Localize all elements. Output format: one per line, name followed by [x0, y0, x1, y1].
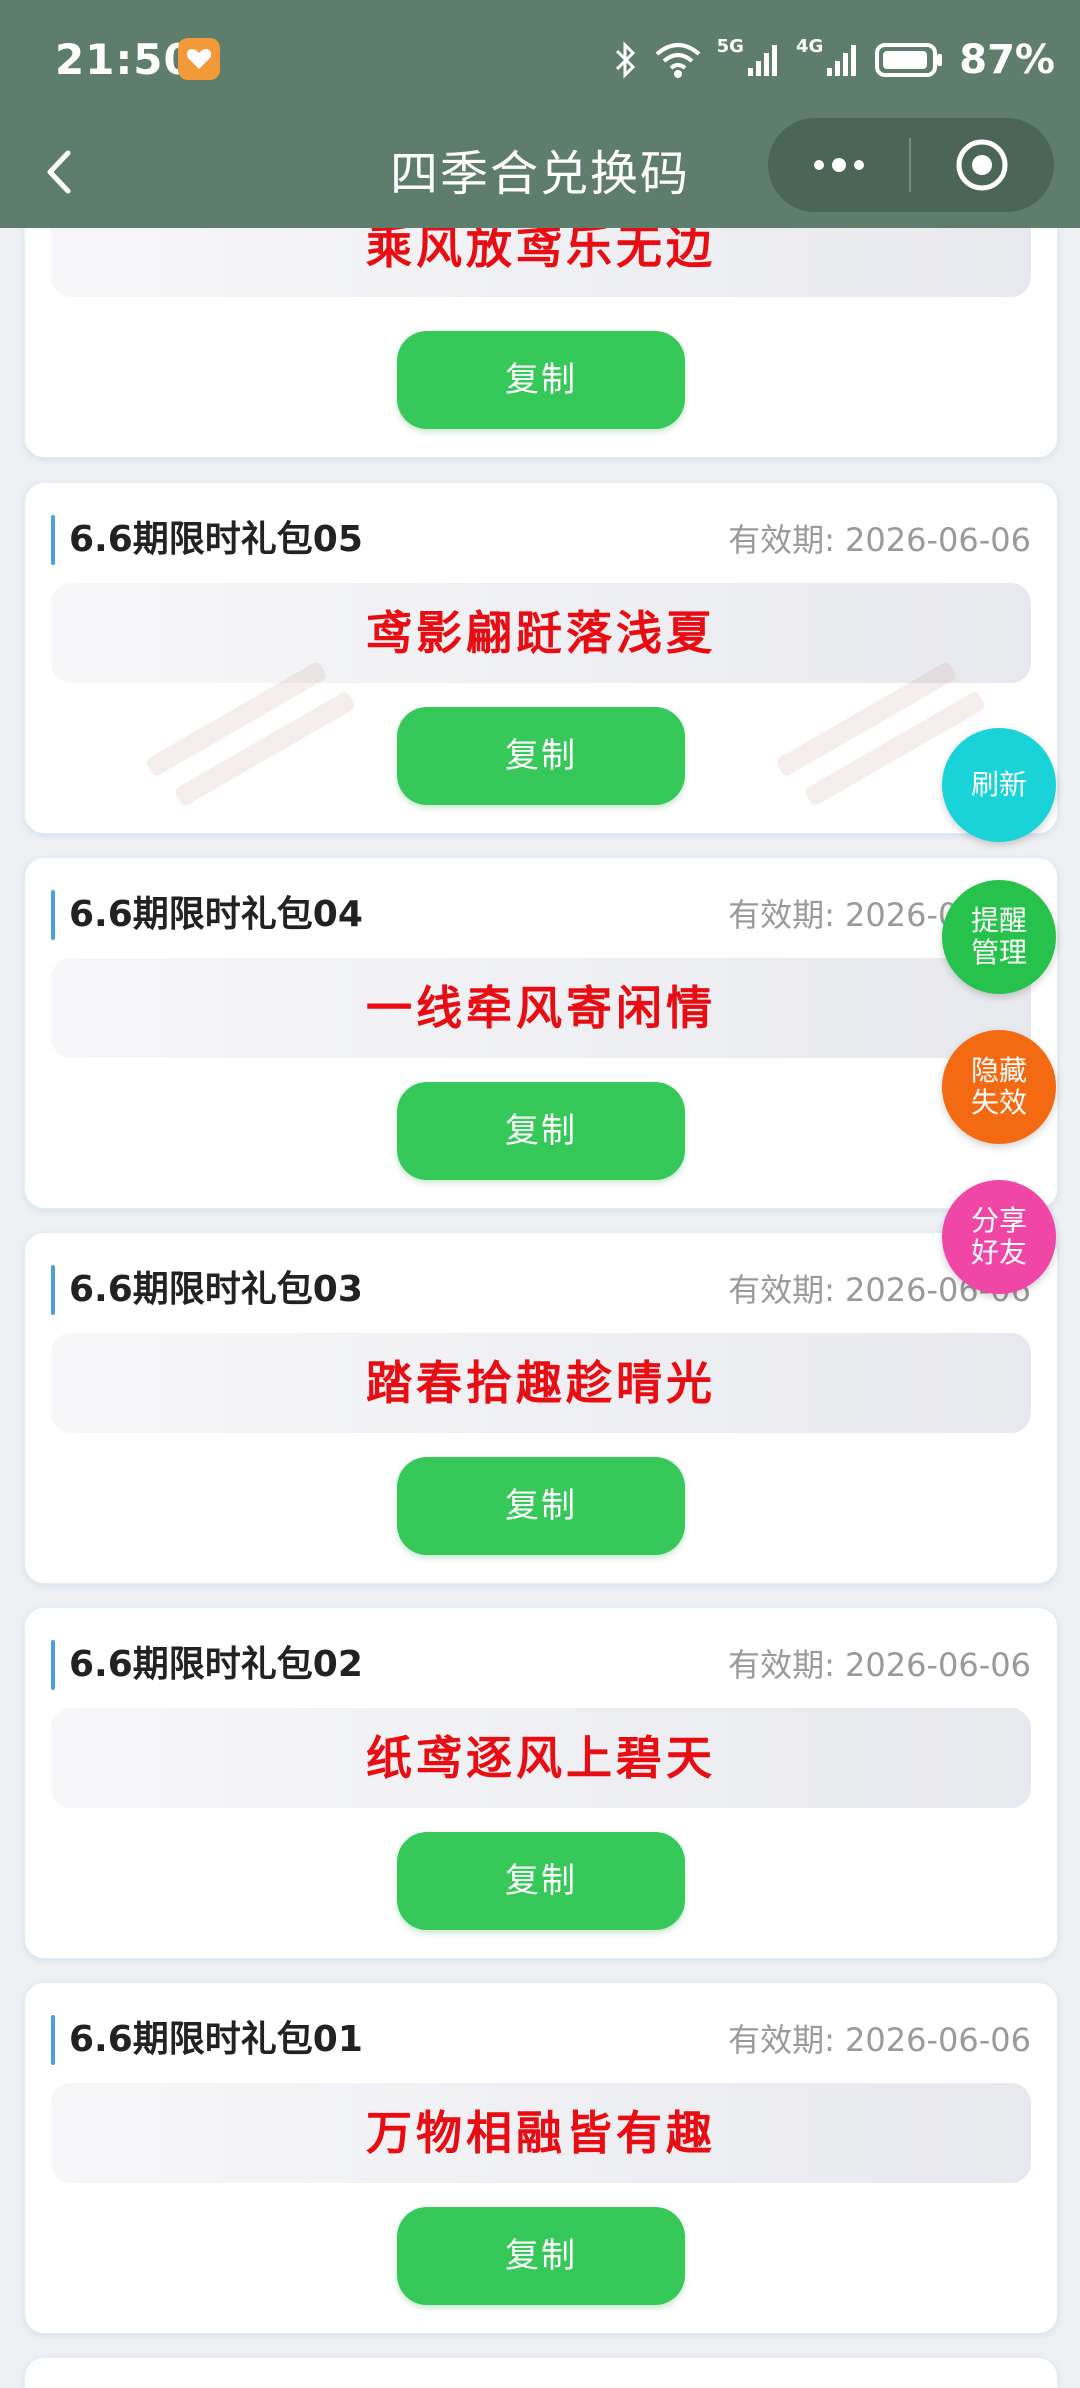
copy-button[interactable]: 复制 — [397, 1832, 685, 1930]
heart-app-icon — [178, 38, 220, 80]
share-label-line1: 分享 — [970, 1204, 1027, 1237]
expiry-date: 有效期: 2026-06-06 — [728, 1646, 1031, 1684]
expiry-date: 有效期: 2026-06-06 — [728, 2021, 1031, 2059]
hide-expired-label-line1: 隐藏 — [970, 1054, 1027, 1087]
gift-card-02: 6.6期限时礼包02 有效期: 2026-06-06 纸鸢逐风上碧天 复制 — [24, 1607, 1058, 1959]
card-header: 6.6期限时礼包03 有效期: 2026-06-06 — [51, 1263, 1031, 1317]
bluetooth-icon — [613, 40, 639, 80]
hide-expired-button[interactable]: 隐藏 失效 — [942, 1030, 1056, 1144]
back-button[interactable] — [30, 142, 90, 202]
card-header: 6.6期限时礼包04 有效期: 2026-06-06 — [51, 888, 1031, 942]
more-dots-icon — [813, 158, 864, 172]
reminder-label-line2: 管理 — [970, 936, 1027, 969]
share-label-line2: 好友 — [970, 1236, 1027, 1269]
status-icons: 5G 4G 87% — [599, 30, 1055, 90]
accent-bar — [51, 2015, 55, 2065]
hide-expired-label-line2: 失效 — [970, 1086, 1027, 1119]
copy-button[interactable]: 复制 — [397, 2207, 685, 2305]
gift-code[interactable]: 鸢影翩跹落浅夏 — [51, 583, 1031, 683]
share-friends-button[interactable]: 分享 好友 — [942, 1180, 1056, 1294]
gift-card-next-partial — [24, 2357, 1058, 2388]
reminder-label-line1: 提醒 — [970, 904, 1027, 937]
status-bar: 21:50 5G 4G 87% — [0, 0, 1080, 120]
mini-program-capsule — [768, 118, 1054, 212]
card-title: 6.6期限时礼包01 — [69, 2019, 363, 2060]
status-time: 21:50 — [55, 35, 194, 84]
copy-button[interactable]: 复制 — [397, 331, 685, 429]
network-5g-label: 5G — [716, 35, 744, 57]
card-title: 6.6期限时礼包02 — [69, 1644, 363, 1685]
accent-bar — [51, 515, 55, 565]
copy-button[interactable]: 复制 — [397, 1082, 685, 1180]
card-title: 6.6期限时礼包05 — [69, 519, 363, 560]
gift-code[interactable]: 纸鸢逐风上碧天 — [51, 1708, 1031, 1808]
copy-button[interactable]: 复制 — [397, 707, 685, 805]
more-button[interactable] — [768, 118, 909, 212]
signal-4g-icon: 4G — [796, 36, 861, 78]
signal-5g-icon: 5G — [717, 36, 782, 78]
gift-code[interactable]: 踏春拾趣趁晴光 — [51, 1333, 1031, 1433]
gift-code[interactable]: 万物相融皆有趣 — [51, 2083, 1031, 2183]
target-close-icon — [956, 139, 1007, 191]
card-title: 6.6期限时礼包04 — [69, 894, 363, 935]
card-header: 6.6期限时礼包05 有效期: 2026-06-06 — [51, 513, 1031, 567]
gift-card-03: 6.6期限时礼包03 有效期: 2026-06-06 踏春拾趣趁晴光 复制 — [24, 1232, 1058, 1584]
reminder-management-button[interactable]: 提醒 管理 — [942, 880, 1056, 994]
expiry-date: 有效期: 2026-06-06 — [728, 521, 1031, 559]
gift-code-list: 乘风放鸢乐无边 复制 6.6期限时礼包05 有效期: 2026-06-06 鸢影… — [0, 0, 1080, 2388]
gift-code[interactable]: 一线牵风寄闲情 — [51, 958, 1031, 1058]
app-header: 21:50 5G 4G 87% 四季合兑换码 — [0, 0, 1080, 228]
battery-icon — [875, 40, 945, 80]
close-program-button[interactable] — [911, 118, 1052, 212]
network-4g-label: 4G — [795, 35, 824, 57]
chevron-left-icon — [47, 150, 71, 194]
refresh-label: 刷新 — [970, 768, 1027, 801]
refresh-button[interactable]: 刷新 — [942, 728, 1056, 842]
copy-button[interactable]: 复制 — [397, 1457, 685, 1555]
battery-percent: 87% — [959, 37, 1055, 83]
card-header: 6.6期限时礼包02 有效期: 2026-06-06 — [51, 1638, 1031, 1692]
gift-card-04: 6.6期限时礼包04 有效期: 2026-06-06 一线牵风寄闲情 复制 — [24, 857, 1058, 1209]
accent-bar — [51, 1640, 55, 1690]
accent-bar — [51, 1265, 55, 1315]
wifi-icon — [653, 40, 703, 80]
gift-card-01: 6.6期限时礼包01 有效期: 2026-06-06 万物相融皆有趣 复制 — [24, 1982, 1058, 2334]
card-header: 6.6期限时礼包01 有效期: 2026-06-06 — [51, 2013, 1031, 2067]
mini-program-page: 乘风放鸢乐无边 复制 6.6期限时礼包05 有效期: 2026-06-06 鸢影… — [0, 0, 1080, 2388]
accent-bar — [51, 890, 55, 940]
card-title: 6.6期限时礼包03 — [69, 1269, 363, 1310]
